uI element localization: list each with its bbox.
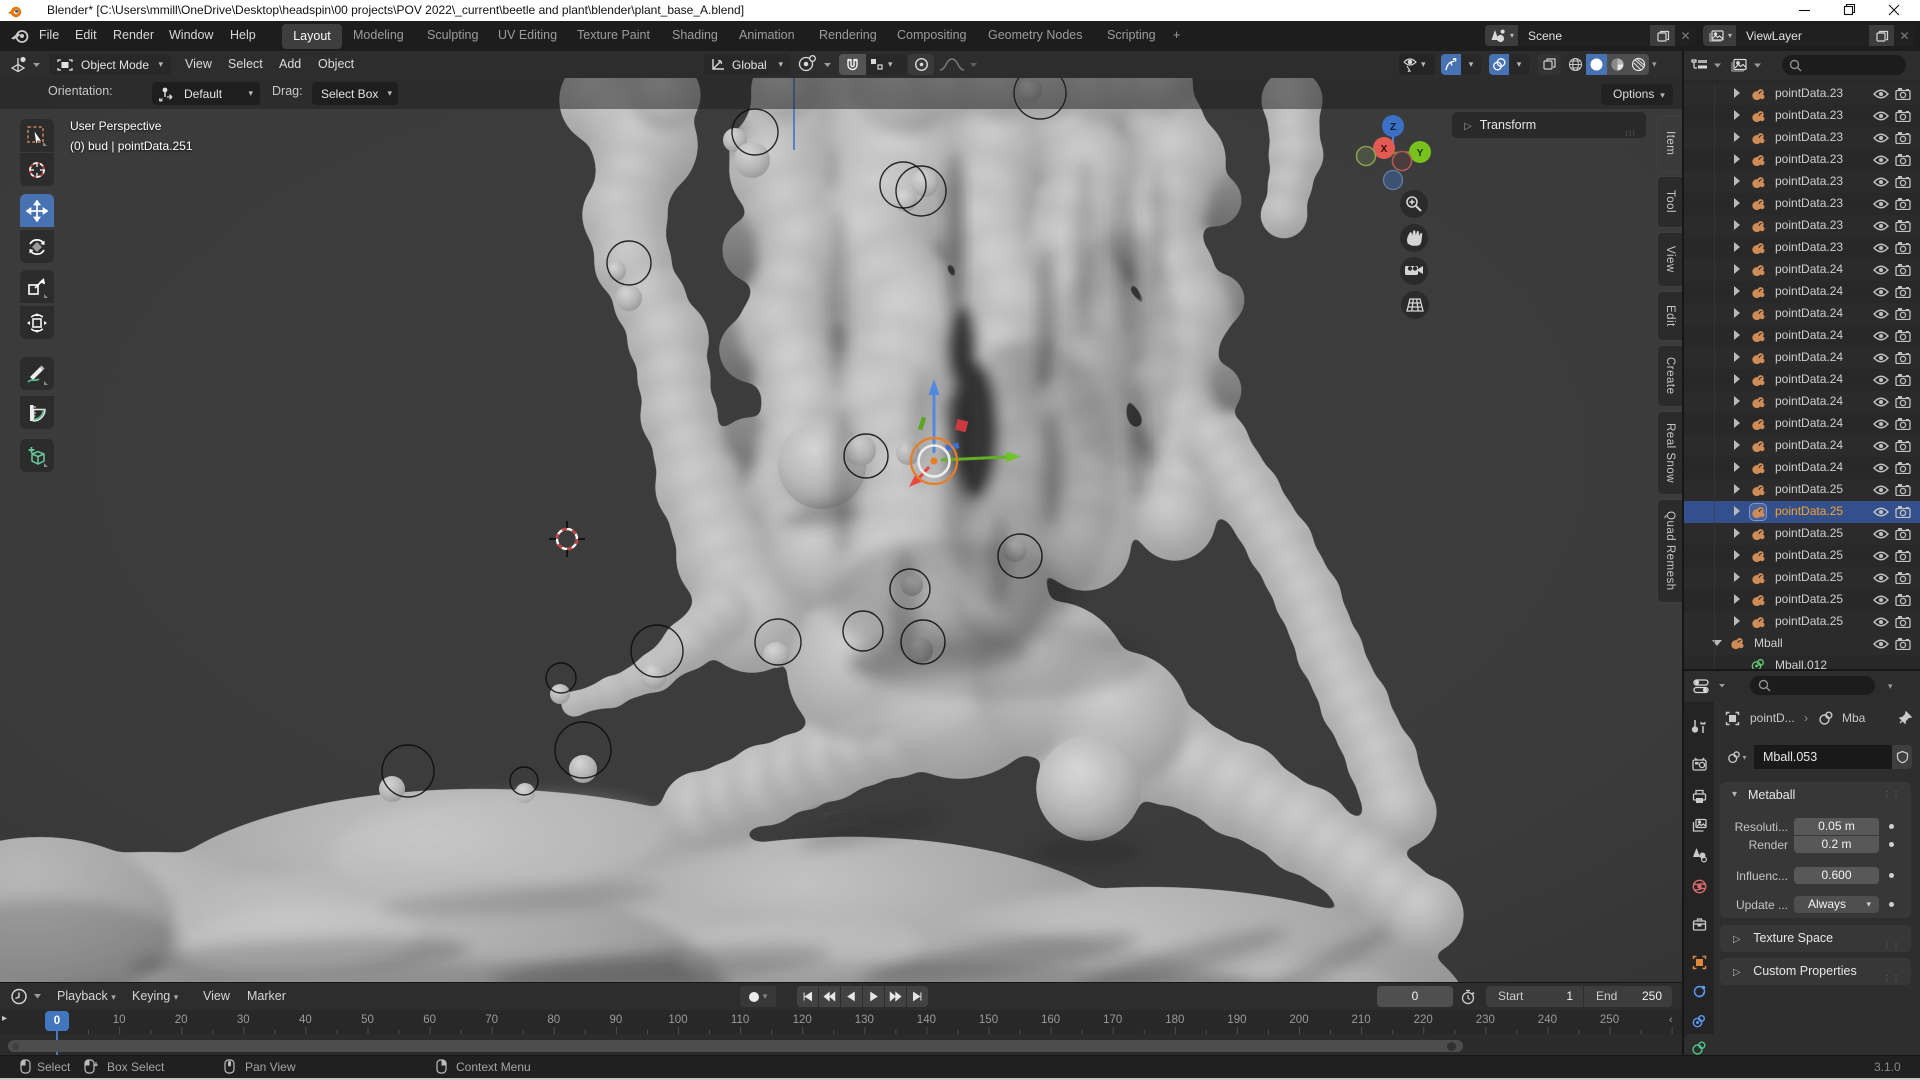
svg-text:X: X	[1381, 144, 1388, 155]
svg-text:Z: Z	[1390, 122, 1396, 133]
svg-text:Y: Y	[1417, 148, 1424, 159]
